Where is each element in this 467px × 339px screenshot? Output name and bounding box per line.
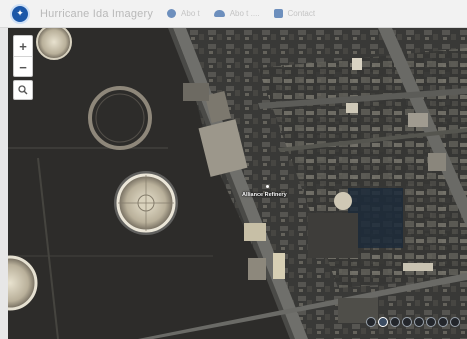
nav-about-more-label: Abo t .... [229,9,260,18]
search-button[interactable] [13,80,33,100]
imagery-thumbnail[interactable] [366,317,376,327]
cloud-icon [213,10,225,17]
mail-icon [273,9,283,18]
imagery-thumbnail[interactable] [426,317,436,327]
zoom-control: + − [13,35,33,77]
nav-about-label: Abo t [181,9,200,18]
imagery-thumbnail[interactable] [390,317,400,327]
map-view[interactable] [8,28,467,339]
aerial-imagery [8,28,467,339]
app-title: Hurricane Ida Imagery [40,7,154,20]
imagery-thumbnail[interactable] [402,317,412,327]
imagery-thumbnail[interactable] [414,317,424,327]
imagery-thumbnail-active[interactable] [378,317,388,327]
nav-about-more[interactable]: Abo t .... [213,9,260,18]
place-marker[interactable] [266,185,269,188]
place-label: Alliance Refinery [242,192,287,198]
info-icon [167,9,177,18]
left-panel-edge [0,28,8,339]
zoom-out-button[interactable]: − [14,56,32,77]
search-icon [18,85,28,95]
imagery-thumbnail-strip [366,317,460,327]
zoom-in-button[interactable]: + [14,36,32,56]
imagery-thumbnail[interactable] [450,317,460,327]
imagery-thumbnail[interactable] [438,317,448,327]
top-bar: ✦ Hurricane Ida Imagery Abo t Abo t ....… [0,0,467,28]
noaa-logo[interactable]: ✦ [10,3,30,24]
nav-about[interactable]: Abo t [167,9,200,18]
nav-contact[interactable]: Contact [273,9,316,18]
nav-contact-label: Contact [287,9,316,18]
